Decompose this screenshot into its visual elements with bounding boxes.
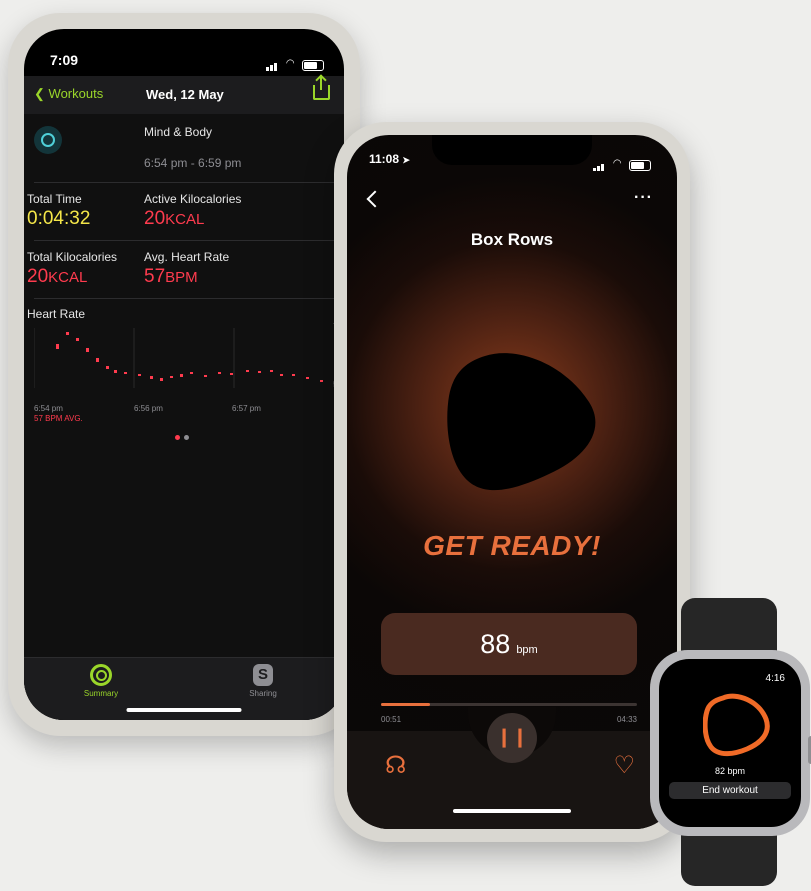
stat-label: Total Kilocalories [27,250,118,264]
nav-title: Wed, 12 May [146,87,224,102]
back-chevron-icon[interactable] [366,190,384,208]
stat-label: Active Kilocalories [144,192,242,206]
page-dot-active [175,435,180,440]
watch-case: 4:16 82 bpm End workout [650,650,811,836]
pause-icon: ❙❙ [496,727,528,748]
progress-track[interactable] [381,703,637,706]
wifi-icon: ◠ [612,158,622,169]
stat-unit: BPM [165,269,198,286]
back-button[interactable]: ❮ Workouts [34,86,103,102]
back-label: Workouts [48,86,104,101]
watch-time: 4:16 [765,673,785,684]
status-time: 7:09 [50,52,79,68]
workout-detail: Mind & Body 6:54 pm - 6:59 pm Total Time… [24,114,344,720]
workout-time-range: 6:54 pm - 6:59 pm [144,156,242,170]
nav-bar: ❮ Workouts Wed, 12 May [24,76,344,114]
player-controls: ❙❙ ☊ ♡ [347,707,677,829]
stat-total-time: 0:04:32 [27,208,91,229]
heart-rate-samples [56,332,323,382]
tab-label: Summary [83,689,119,698]
chart-grid [34,328,235,388]
notch [432,135,592,165]
watch-screen: 4:16 82 bpm End workout [659,659,801,827]
divider [34,182,344,183]
chevron-left-icon: ❮ [34,86,45,101]
signal-bar-icon [270,65,274,71]
apple-watch: 4:16 82 bpm End workout [650,598,811,886]
progress-fill [381,703,430,706]
end-workout-button[interactable]: End workout [669,782,791,799]
workout-name: Mind & Body [144,125,213,139]
stat-active-kcal: 20KCAL [144,208,204,230]
battery-icon [629,160,651,171]
phone-screen: 11:08 ➤ ◠ ··· Box Rows GET READY! 88 bpm … [347,135,677,829]
status-time-text: 11:08 [369,152,400,166]
chart-x-label: 6:57 pm [232,404,261,413]
more-options-icon[interactable]: ··· [634,189,653,207]
signal-bar-icon [593,168,597,171]
phone-screen: 7:09 ◠ ❮ Workouts Wed, 12 May Mind & Bod… [24,29,344,720]
home-indicator [453,809,571,813]
breathing-blob [447,353,596,491]
stat-value: 57 [144,266,166,287]
exercise-title: Box Rows [470,230,554,249]
fitness-summary-phone: 7:09 ◠ ❮ Workouts Wed, 12 May Mind & Bod… [8,13,360,736]
stat-label: Total Time [27,192,82,206]
tab-label: Sharing [249,689,277,698]
location-arrow-icon: ➤ [402,155,410,165]
elapsed-time: 00:51 [381,715,402,724]
stat-value: 20 [27,266,49,287]
battery-icon [302,60,324,71]
watch-breathing-ring [703,693,770,757]
status-icons: ◠ [266,53,324,71]
heart-rate-title: Heart Rate [27,307,86,321]
heart-rate-chart [34,328,323,388]
tab-sharing[interactable]: S Sharing [228,664,298,698]
pause-button[interactable]: ❙❙ [487,713,537,763]
stat-unit: KCAL [48,269,88,286]
stat-label: Avg. Heart Rate [144,250,230,264]
status-time: 11:08 ➤ [369,152,410,166]
heart-rate-icon[interactable]: ♡ [613,751,635,780]
stat-unit: KCAL [165,211,205,228]
activity-rings-icon [90,664,112,686]
status-icons: ◠ [593,153,651,171]
tab-summary[interactable]: Summary [66,664,136,698]
home-indicator [126,708,242,712]
watch-bpm: 82 bpm [714,766,746,776]
notch [101,29,267,59]
chart-avg-label: 57 BPM AVG. [34,414,83,423]
stat-avg-heart-rate: 57BPM [144,266,198,288]
tab-bar: Summary S Sharing [24,657,344,720]
signal-bar-icon [266,67,270,71]
signal-bar-icon [597,166,601,171]
heart-rate-card: 88 bpm [381,613,637,675]
page-indicator[interactable] [173,427,191,445]
workout-player-phone: 11:08 ➤ ◠ ··· Box Rows GET READY! 88 bpm … [334,122,690,842]
total-time: 04:33 [616,715,637,724]
mind-body-icon [34,126,62,154]
voice-guide-icon[interactable]: ☊ [385,751,406,780]
signal-bar-icon [274,63,278,71]
divider [34,298,344,299]
divider [34,240,344,241]
share-icon[interactable] [313,76,330,100]
bpm-value: 88 [480,629,511,659]
chart-x-label: 6:56 pm [134,404,163,413]
get-ready-prompt: GET READY! [423,530,601,561]
sharing-icon: S [253,664,273,686]
stat-value: 20 [144,208,166,229]
stat-total-kcal: 20KCAL [27,266,87,288]
page-dot [184,435,189,440]
signal-bar-icon [601,164,605,171]
wifi-icon: ◠ [285,58,295,69]
chart-x-label: 6:54 pm [34,404,63,413]
bpm-unit: bpm [516,644,538,656]
